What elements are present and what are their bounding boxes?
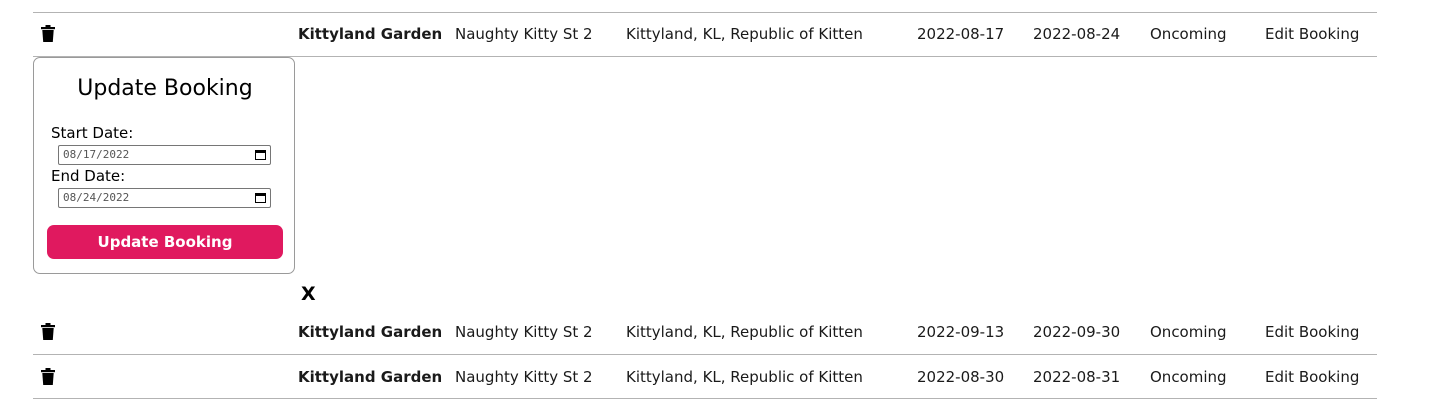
end-date-label: End Date: <box>51 167 126 185</box>
city-address: Kittyland, KL, Republic of Kitten <box>626 25 863 43</box>
row-divider <box>33 398 1377 399</box>
start-date: 2022-08-17 <box>917 25 1005 43</box>
end-date: 2022-09-30 <box>1033 323 1121 341</box>
street-address: Naughty Kitty St 2 <box>455 323 593 341</box>
form-title: Update Booking <box>77 76 253 101</box>
table-row: Kittyland Garden Naughty Kitty St 2 Kitt… <box>33 310 1377 354</box>
hotel-name: Kittyland Garden <box>298 25 443 43</box>
close-button[interactable]: X <box>301 282 316 306</box>
start-date: 2022-09-13 <box>917 323 1005 341</box>
end-date-input[interactable]: 08/24/2022 <box>58 188 271 208</box>
trash-icon[interactable] <box>41 323 55 340</box>
booking-status: Oncoming <box>1150 323 1227 341</box>
trash-icon[interactable] <box>41 25 55 42</box>
start-date-label: Start Date: <box>51 124 134 142</box>
update-booking-button[interactable]: Update Booking <box>47 225 283 259</box>
edit-booking-link[interactable]: Edit Booking <box>1265 355 1359 399</box>
trash-icon[interactable] <box>41 368 55 385</box>
booking-status: Oncoming <box>1150 368 1227 386</box>
start-date-input[interactable]: 08/17/2022 <box>58 145 271 165</box>
street-address: Naughty Kitty St 2 <box>455 25 593 43</box>
end-date: 2022-08-24 <box>1033 25 1121 43</box>
hotel-name: Kittyland Garden <box>298 323 443 341</box>
start-date: 2022-08-30 <box>917 368 1005 386</box>
end-date-value: 08/24/2022 <box>63 191 130 204</box>
bookings-page: Kittyland Garden Naughty Kitty St 2 Kitt… <box>0 0 1447 405</box>
booking-status: Oncoming <box>1150 25 1227 43</box>
calendar-icon[interactable] <box>255 192 266 203</box>
start-date-value: 08/17/2022 <box>63 148 130 161</box>
end-date: 2022-08-31 <box>1033 368 1121 386</box>
table-row: Kittyland Garden Naughty Kitty St 2 Kitt… <box>33 355 1377 399</box>
update-booking-form: Update Booking Start Date: 08/17/2022 En… <box>33 57 295 274</box>
city-address: Kittyland, KL, Republic of Kitten <box>626 323 863 341</box>
edit-booking-link[interactable]: Edit Booking <box>1265 310 1359 354</box>
calendar-icon[interactable] <box>255 149 266 160</box>
hotel-name: Kittyland Garden <box>298 368 443 386</box>
street-address: Naughty Kitty St 2 <box>455 368 593 386</box>
table-row: Kittyland Garden Naughty Kitty St 2 Kitt… <box>33 12 1377 56</box>
edit-booking-link[interactable]: Edit Booking <box>1265 12 1359 56</box>
city-address: Kittyland, KL, Republic of Kitten <box>626 368 863 386</box>
